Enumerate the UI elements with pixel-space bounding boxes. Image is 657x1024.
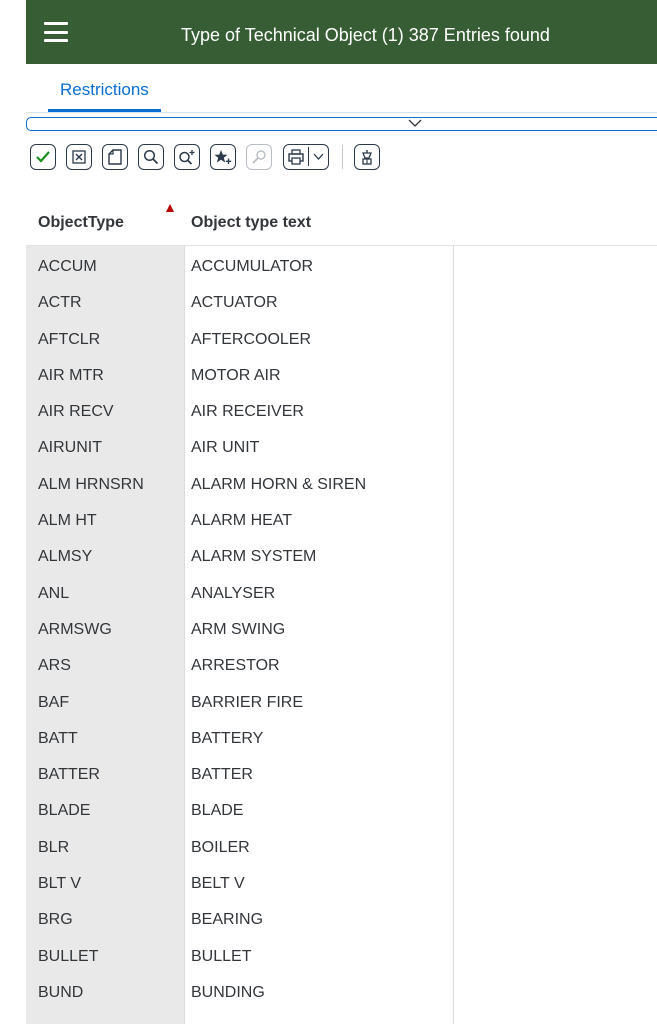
- hint-icon: [252, 150, 266, 164]
- search-button[interactable]: [138, 144, 164, 170]
- menu-icon[interactable]: [44, 22, 68, 42]
- tab-restrictions[interactable]: Restrictions: [48, 64, 161, 112]
- search-icon: [143, 149, 159, 165]
- title-bar: Type of Technical Object (1) 387 Entries…: [26, 0, 657, 64]
- table-row[interactable]: AIR MTR MOTOR AIR: [26, 354, 657, 390]
- table-row[interactable]: BAF BARRIER FIRE: [26, 681, 657, 717]
- dropdown-icon: [313, 153, 323, 160]
- add-favorite-icon: [214, 150, 232, 164]
- print-menu-button[interactable]: [283, 144, 329, 170]
- toolbar-separator: [342, 145, 343, 169]
- new-document-icon: [108, 149, 122, 165]
- table-body: ACCUM ACCUMULATOR ACTR ACTUATOR AFTCLR AFTERC…: [26, 245, 657, 1007]
- table-row[interactable]: ALM HRNSRN ALARM HORN & SIREN: [26, 463, 657, 499]
- table-row[interactable]: ARS ARRESTOR: [26, 644, 657, 680]
- tab-bar: Restrictions: [26, 64, 657, 113]
- table-row[interactable]: AFTCLR AFTERCOOLER: [26, 318, 657, 354]
- table-row[interactable]: BUND BUNDING: [26, 971, 657, 1007]
- value-help-dialog: Type of Technical Object (1) 387 Entries…: [26, 0, 657, 1024]
- table-row[interactable]: BRG BEARING: [26, 898, 657, 934]
- table-row[interactable]: AIRUNIT AIR UNIT: [26, 426, 657, 462]
- search-plus-icon: [179, 150, 195, 165]
- results-table: ObjectType Object type text ACCUM ACCUMUL…: [26, 199, 657, 1024]
- chevron-down-icon: [408, 119, 422, 127]
- table-row[interactable]: ACCUM ACCUMULATOR: [26, 245, 657, 281]
- table-row[interactable]: BATTER BATTER: [26, 753, 657, 789]
- cancel-button[interactable]: [66, 144, 92, 170]
- toolbar: [26, 141, 657, 181]
- add-favorite-button[interactable]: [210, 144, 236, 170]
- table-row[interactable]: BATT BATTERY: [26, 717, 657, 753]
- table-header: ObjectType Object type text: [26, 199, 657, 246]
- cancel-icon: [72, 150, 86, 164]
- cell-objecttype: BUND: [38, 983, 84, 1001]
- column-header-objecttype[interactable]: ObjectType: [38, 199, 124, 245]
- search-more-button[interactable]: [174, 144, 200, 170]
- table-row[interactable]: ALM HT ALARM HEAT: [26, 499, 657, 535]
- column-header-object-type-text[interactable]: Object type text: [191, 199, 311, 245]
- table-row[interactable]: BLADE BLADE: [26, 789, 657, 825]
- table-row[interactable]: BLR BOILER: [26, 826, 657, 862]
- hint-button[interactable]: [246, 144, 272, 170]
- table-row[interactable]: BULLET BULLET: [26, 935, 657, 971]
- tab-label: Restrictions: [60, 80, 149, 99]
- table-row[interactable]: AIR RECV AIR RECEIVER: [26, 390, 657, 426]
- table-row[interactable]: ANL ANALYSER: [26, 572, 657, 608]
- table-row[interactable]: ARMSWG ARM SWING: [26, 608, 657, 644]
- confirm-icon: [36, 151, 50, 163]
- hierarchy-button[interactable]: [354, 144, 380, 170]
- table-row[interactable]: ALMSY ALARM SYSTEM: [26, 535, 657, 571]
- new-document-button[interactable]: [102, 144, 128, 170]
- print-icon: [288, 148, 304, 165]
- dialog-title: Type of Technical Object (1) 387 Entries…: [181, 25, 550, 45]
- tab-active-indicator: [48, 109, 161, 112]
- expand-restrictions-bar[interactable]: [26, 117, 657, 131]
- confirm-button[interactable]: [30, 144, 56, 170]
- cell-object-type-text: BUNDING: [191, 983, 265, 1001]
- table-row[interactable]: BLT V BELT V: [26, 862, 657, 898]
- table-row[interactable]: ACTR ACTUATOR: [26, 281, 657, 317]
- hierarchy-icon: [362, 150, 372, 165]
- sort-indicator-icon: [166, 204, 174, 212]
